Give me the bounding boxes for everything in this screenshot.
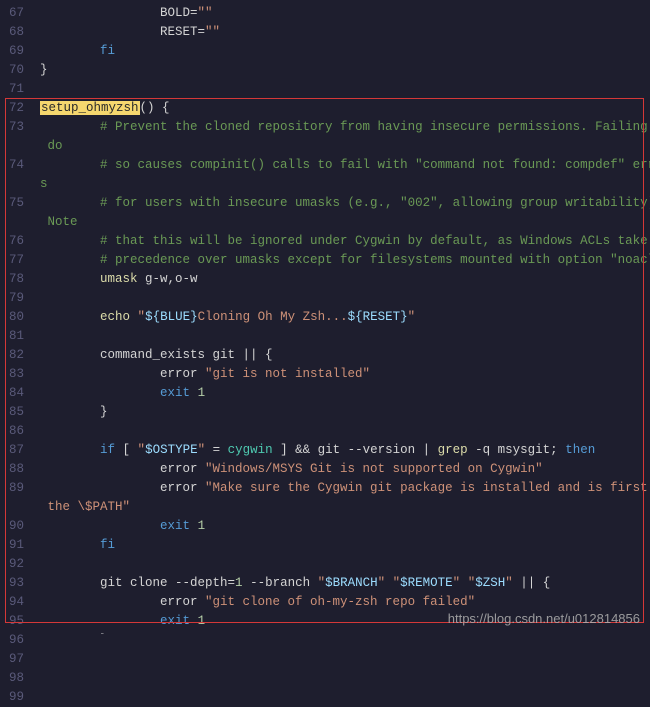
line-number: 76 [4, 232, 24, 251]
code-line[interactable]: fi [40, 536, 644, 555]
line-number: 82 [4, 346, 24, 365]
code-line[interactable]: exit 1 [40, 517, 644, 536]
line-number: 71 [4, 80, 24, 99]
code-line[interactable]: RESET="" [40, 23, 644, 42]
line-number: 83 [4, 365, 24, 384]
code-line[interactable] [40, 422, 644, 441]
code-content[interactable]: BOLD="" RESET="" fi} setup_ohmyzsh() { # … [34, 0, 650, 634]
line-number: 77 [4, 251, 24, 270]
line-number: 70 [4, 61, 24, 80]
code-line[interactable]: fi [40, 42, 644, 61]
code-line-wrap[interactable]: do [40, 137, 644, 156]
line-number: 87 [4, 441, 24, 460]
code-line[interactable]: } [40, 403, 644, 422]
code-line[interactable]: error "Make sure the Cygwin git package … [40, 479, 644, 498]
line-number: 89 [4, 479, 24, 498]
line-number: 75 [4, 194, 24, 213]
line-number: 69 [4, 42, 24, 61]
code-line[interactable]: # Prevent the cloned repository from hav… [40, 118, 644, 137]
code-line[interactable]: error "Windows/MSYS Git is not supported… [40, 460, 644, 479]
line-number: 67 [4, 4, 24, 23]
line-number: 79 [4, 289, 24, 308]
code-line[interactable] [40, 555, 644, 574]
code-line[interactable]: # for users with insecure umasks (e.g., … [40, 194, 644, 213]
code-line[interactable]: echo "${BLUE}Cloning Oh My Zsh...${RESET… [40, 308, 644, 327]
code-line[interactable] [40, 327, 644, 346]
code-line[interactable]: git clone --depth=1 --branch "$BRANCH" "… [40, 574, 644, 593]
line-number: 94 [4, 593, 24, 612]
code-line-wrap[interactable]: the \$PATH" [40, 498, 644, 517]
line-number-gutter: 67686970717273 74 75 7677787980818283848586… [0, 0, 34, 634]
line-number: 98 [4, 669, 24, 688]
code-line[interactable]: error "git is not installed" [40, 365, 644, 384]
code-line-wrap[interactable]: Note [40, 213, 644, 232]
line-number: 68 [4, 23, 24, 42]
line-number: 86 [4, 422, 24, 441]
line-number: 97 [4, 650, 24, 669]
line-number: 80 [4, 308, 24, 327]
code-line[interactable]: BOLD="" [40, 4, 644, 23]
code-line[interactable]: } [40, 61, 644, 80]
code-line[interactable]: # so causes compinit() calls to fail wit… [40, 156, 644, 175]
line-number: 81 [4, 327, 24, 346]
line-number: 91 [4, 536, 24, 555]
line-number: 85 [4, 403, 24, 422]
code-line[interactable]: exit 1 [40, 384, 644, 403]
code-line[interactable]: umask g-w,o-w [40, 270, 644, 289]
code-editor[interactable]: 67686970717273 74 75 7677787980818283848586… [0, 0, 650, 634]
line-number: 93 [4, 574, 24, 593]
line-number: 99 [4, 688, 24, 707]
watermark-text: https://blog.csdn.net/u012814856 [448, 609, 640, 629]
code-line[interactable]: # that this will be ignored under Cygwin… [40, 232, 644, 251]
code-line[interactable]: setup_ohmyzsh() { [40, 99, 644, 118]
line-number: 90 [4, 517, 24, 536]
line-number: 92 [4, 555, 24, 574]
line-number: 84 [4, 384, 24, 403]
line-number: 73 [4, 118, 24, 137]
code-line[interactable]: command_exists git || { [40, 346, 644, 365]
code-line[interactable]: if [ "$OSTYPE" = cygwin ] && git --versi… [40, 441, 644, 460]
line-number: 95 [4, 612, 24, 631]
code-line[interactable]: # precedence over umasks except for file… [40, 251, 644, 270]
code-line-wrap[interactable]: s [40, 175, 644, 194]
code-line[interactable] [40, 80, 644, 99]
line-number: 78 [4, 270, 24, 289]
line-number: 72 [4, 99, 24, 118]
code-line[interactable] [40, 289, 644, 308]
line-number: 88 [4, 460, 24, 479]
line-number: 74 [4, 156, 24, 175]
